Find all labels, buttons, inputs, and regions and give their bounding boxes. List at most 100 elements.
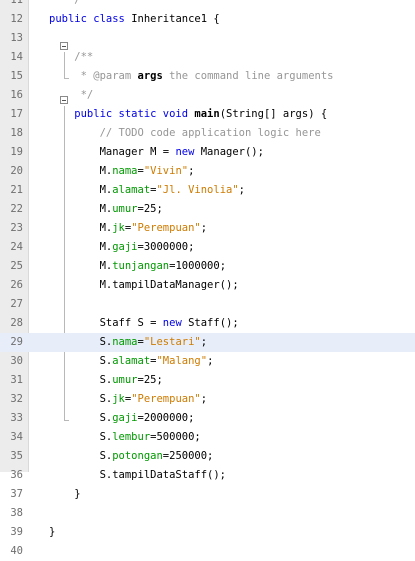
code-line[interactable]: 16 */ bbox=[0, 86, 415, 105]
code-line[interactable]: 35 S.potongan=250000; bbox=[0, 447, 415, 466]
code-token: S. bbox=[49, 336, 113, 348]
code-line[interactable]: 14 /** bbox=[0, 48, 415, 67]
code-line[interactable]: 23 M.jk="Perempuan"; bbox=[0, 219, 415, 238]
code-token: =1000000; bbox=[169, 260, 227, 272]
code-token: nama bbox=[112, 336, 138, 348]
line-number: 23 bbox=[10, 222, 23, 234]
code-token: // TODO code application logic here bbox=[49, 127, 321, 139]
code-token: S. bbox=[49, 393, 113, 405]
code-line[interactable]: 30 S.alamat="Malang"; bbox=[0, 352, 415, 371]
code-text: public static void main(String[] args) { bbox=[49, 105, 327, 124]
code-line[interactable]: 13 bbox=[0, 29, 415, 48]
code-line[interactable]: 19 Manager M = new Manager(); bbox=[0, 143, 415, 162]
code-token: Manager(); bbox=[194, 146, 264, 158]
code-token: umur bbox=[112, 374, 138, 386]
code-line[interactable]: 24 M.gaji=3000000; bbox=[0, 238, 415, 257]
line-number: 20 bbox=[10, 165, 23, 177]
code-line[interactable]: 15 * @param args the command line argume… bbox=[0, 67, 415, 86]
code-line[interactable]: 17 public static void main(String[] args… bbox=[0, 105, 415, 124]
code-line[interactable]: 27 bbox=[0, 295, 415, 314]
code-line[interactable]: 20 M.nama="Vivin"; bbox=[0, 162, 415, 181]
line-number: 33 bbox=[10, 412, 23, 424]
code-token: new bbox=[175, 146, 195, 158]
code-line[interactable]: 32 S.jk="Perempuan"; bbox=[0, 390, 415, 409]
code-line[interactable]: 40 bbox=[0, 542, 415, 561]
current-code-line[interactable]: 29 S.nama="Lestari"; bbox=[0, 333, 415, 352]
code-token: S. bbox=[49, 355, 113, 367]
line-number: 28 bbox=[10, 317, 23, 329]
line-number: 39 bbox=[10, 526, 23, 538]
code-line[interactable]: 31 S.umur=25; bbox=[0, 371, 415, 390]
code-token: */ bbox=[49, 0, 81, 6]
code-text: M.gaji=3000000; bbox=[49, 238, 195, 257]
code-text: M.tampilDataManager(); bbox=[49, 276, 239, 295]
code-text: M.alamat="Jl. Vinolia"; bbox=[49, 181, 245, 200]
code-token: new bbox=[162, 317, 182, 329]
code-line[interactable]: 34 S.lembur=500000; bbox=[0, 428, 415, 447]
code-line[interactable]: 11 */ bbox=[0, 0, 415, 10]
code-line[interactable]: 22 M.umur=25; bbox=[0, 200, 415, 219]
code-text: M.umur=25; bbox=[49, 200, 163, 219]
code-text: S.potongan=250000; bbox=[49, 447, 214, 466]
code-token: umur bbox=[112, 203, 138, 215]
code-line[interactable]: 39} bbox=[0, 523, 415, 542]
code-text: Staff S = new Staff(); bbox=[49, 314, 239, 333]
code-line[interactable]: 25 M.tunjangan=1000000; bbox=[0, 257, 415, 276]
line-number: 26 bbox=[10, 279, 23, 291]
code-token: S.tampilDataStaff(); bbox=[49, 469, 227, 481]
code-token: S. bbox=[49, 450, 113, 462]
line-number: 35 bbox=[10, 450, 23, 462]
code-text: // TODO code application logic here bbox=[49, 124, 321, 143]
line-number: 12 bbox=[10, 13, 23, 25]
line-number: 15 bbox=[10, 70, 23, 82]
code-line[interactable]: 33 S.gaji=2000000; bbox=[0, 409, 415, 428]
code-token: "Perempuan" bbox=[131, 222, 201, 234]
code-token: (String[] args) { bbox=[219, 108, 328, 120]
code-token: gaji bbox=[112, 241, 138, 253]
code-text: * @param args the command line arguments bbox=[49, 67, 334, 86]
code-token: "Malang" bbox=[156, 355, 208, 367]
code-token: public class bbox=[49, 13, 132, 25]
code-token: "Perempuan" bbox=[131, 393, 201, 405]
code-token: lembur bbox=[112, 431, 151, 443]
line-number: 18 bbox=[10, 127, 23, 139]
code-line[interactable]: 37 } bbox=[0, 485, 415, 504]
code-text: Manager M = new Manager(); bbox=[49, 143, 264, 162]
code-line[interactable]: 36 S.tampilDataStaff(); bbox=[0, 466, 415, 485]
code-token: =500000; bbox=[150, 431, 201, 443]
code-token: jk bbox=[112, 222, 125, 234]
code-editor[interactable]: 11 */ 12 public class Inheritance1 {13 14 /… bbox=[0, 0, 415, 557]
code-text: S.jk="Perempuan"; bbox=[49, 390, 208, 409]
code-token: * @param bbox=[49, 70, 138, 82]
code-token: args bbox=[137, 70, 163, 82]
line-number: 24 bbox=[10, 241, 23, 253]
code-token: alamat bbox=[112, 355, 151, 367]
code-token: the command line arguments bbox=[162, 70, 334, 82]
code-token: tunjangan bbox=[112, 260, 170, 272]
code-token: ; bbox=[200, 222, 208, 234]
code-text: S.nama="Lestari"; bbox=[49, 333, 208, 352]
code-token: "Lestari" bbox=[143, 336, 201, 348]
code-token: gaji bbox=[112, 412, 138, 424]
line-number: 29 bbox=[10, 336, 23, 348]
line-number: 27 bbox=[10, 298, 23, 310]
code-token: M. bbox=[49, 241, 113, 253]
code-line[interactable]: 18 // TODO code application logic here bbox=[0, 124, 415, 143]
code-text: } bbox=[49, 485, 80, 504]
code-text: } bbox=[49, 523, 55, 542]
code-line[interactable]: 38 bbox=[0, 504, 415, 523]
code-token: M.tampilDataManager(); bbox=[49, 279, 239, 291]
code-token: ; bbox=[200, 336, 208, 348]
code-token: public static void bbox=[49, 108, 195, 120]
code-line[interactable]: 12 public class Inheritance1 { bbox=[0, 10, 415, 29]
code-text: */ bbox=[49, 86, 94, 105]
code-text: */ bbox=[49, 0, 81, 10]
line-number: 34 bbox=[10, 431, 23, 443]
code-line[interactable]: 26 M.tampilDataManager(); bbox=[0, 276, 415, 295]
code-token: Staff(); bbox=[181, 317, 239, 329]
code-line[interactable]: 28 Staff S = new Staff(); bbox=[0, 314, 415, 333]
code-token: potongan bbox=[112, 450, 163, 462]
code-token: alamat bbox=[112, 184, 151, 196]
line-number: 31 bbox=[10, 374, 23, 386]
code-line[interactable]: 21 M.alamat="Jl. Vinolia"; bbox=[0, 181, 415, 200]
